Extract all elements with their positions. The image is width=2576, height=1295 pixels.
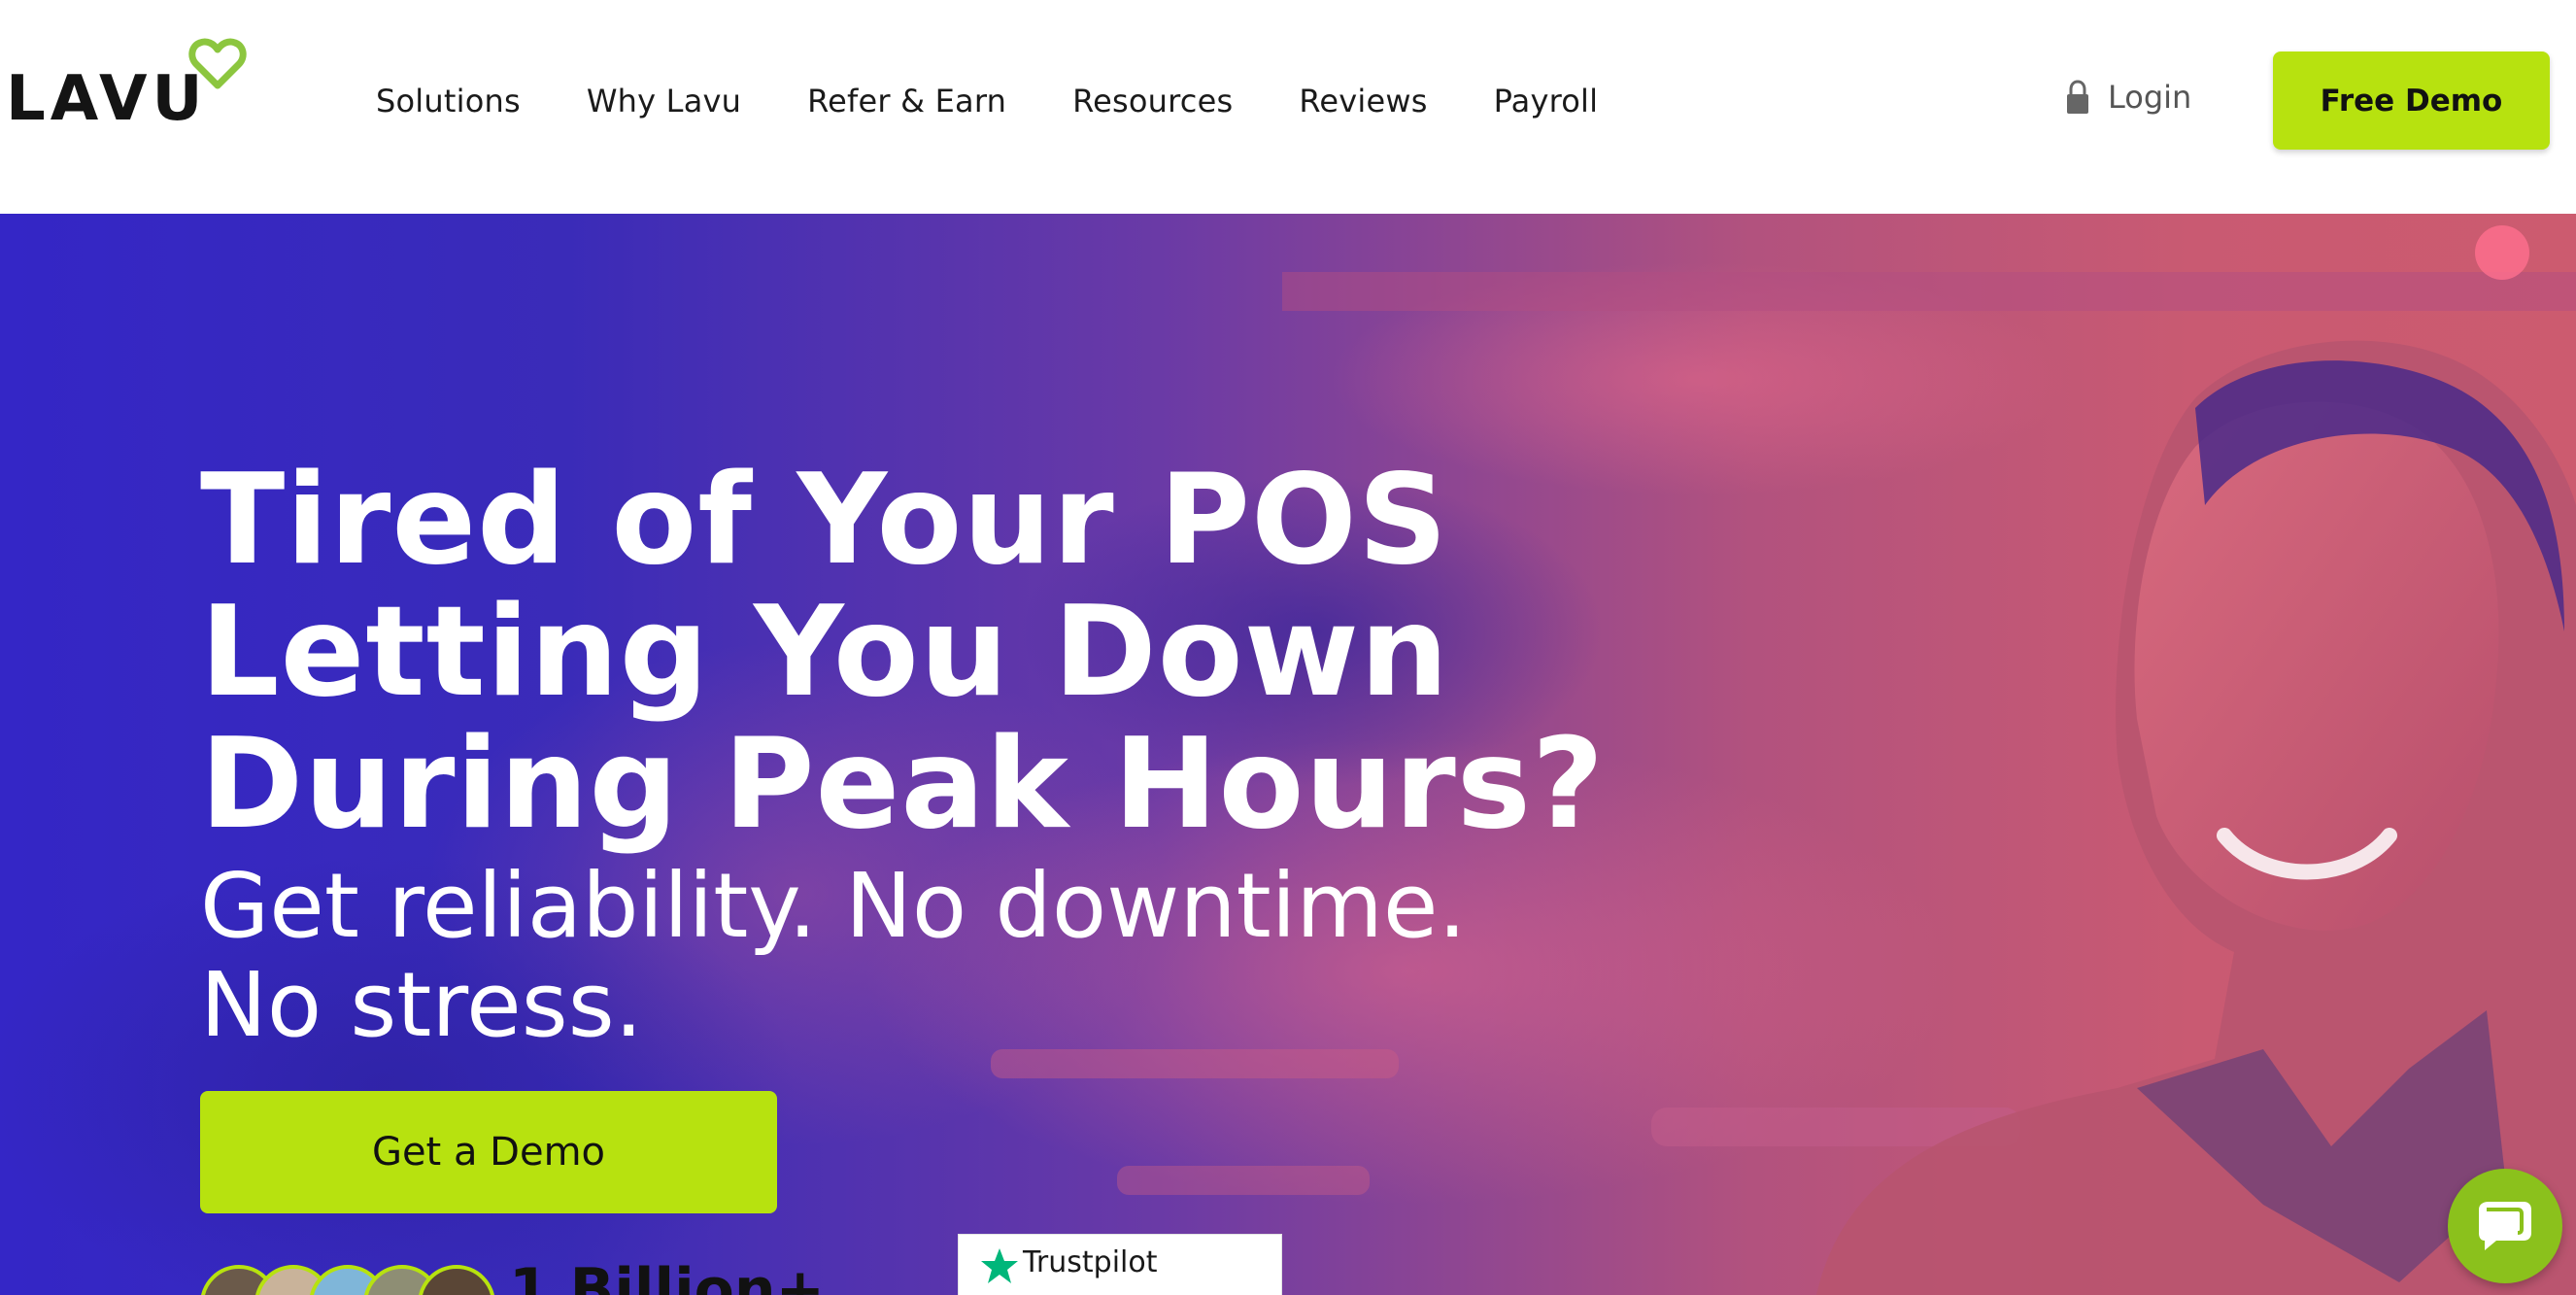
nav-solutions[interactable]: Solutions [376,83,521,119]
login-link[interactable]: Login [2065,76,2191,119]
trustpilot-label: Trustpilot [1023,1245,1158,1279]
hero-subtitle: Get reliability. No downtime. No stress. [200,857,1657,1055]
lock-icon [2067,80,2088,114]
nav-payroll[interactable]: Payroll [1494,83,1599,119]
stat-text: 1 Billion+ [509,1256,825,1295]
customer-avatars [200,1265,501,1295]
trustpilot-badge[interactable]: Trustpilot [958,1234,1282,1295]
hero-subtitle-line-2: No stress. [200,953,643,1057]
site-header: LAVU Solutions Why Lavu Refer & Earn Res… [0,0,2576,214]
hero-title: Tired of Your POS Letting You Down Durin… [200,455,1754,851]
hero-section: Tired of Your POS Letting You Down Durin… [0,214,2576,1295]
hero-title-line-3: During Peak Hours? [200,712,1606,857]
login-label: Login [2108,79,2192,116]
heart-icon [188,38,247,89]
logo-wordmark: LAVU [6,63,208,135]
nav-refer-earn[interactable]: Refer & Earn [807,83,1006,119]
main-nav: Solutions Why Lavu Refer & Earn Resource… [376,80,1664,122]
avatar [418,1265,495,1295]
chat-bubble-icon [2479,1202,2531,1250]
hero-title-line-2: Letting You Down [200,580,1450,725]
nav-reviews[interactable]: Reviews [1299,83,1427,119]
trustpilot-star-icon [981,1248,1018,1283]
hero-subtitle-line-1: Get reliability. No downtime. [200,854,1467,958]
nav-resources[interactable]: Resources [1072,83,1233,119]
get-a-demo-button[interactable]: Get a Demo [200,1091,777,1213]
hero-title-line-1: Tired of Your POS [200,448,1448,593]
nav-why-lavu[interactable]: Why Lavu [587,83,741,119]
free-demo-button[interactable]: Free Demo [2273,51,2550,150]
chat-widget-button[interactable] [2448,1169,2562,1283]
lavu-logo[interactable]: LAVU [6,37,249,134]
